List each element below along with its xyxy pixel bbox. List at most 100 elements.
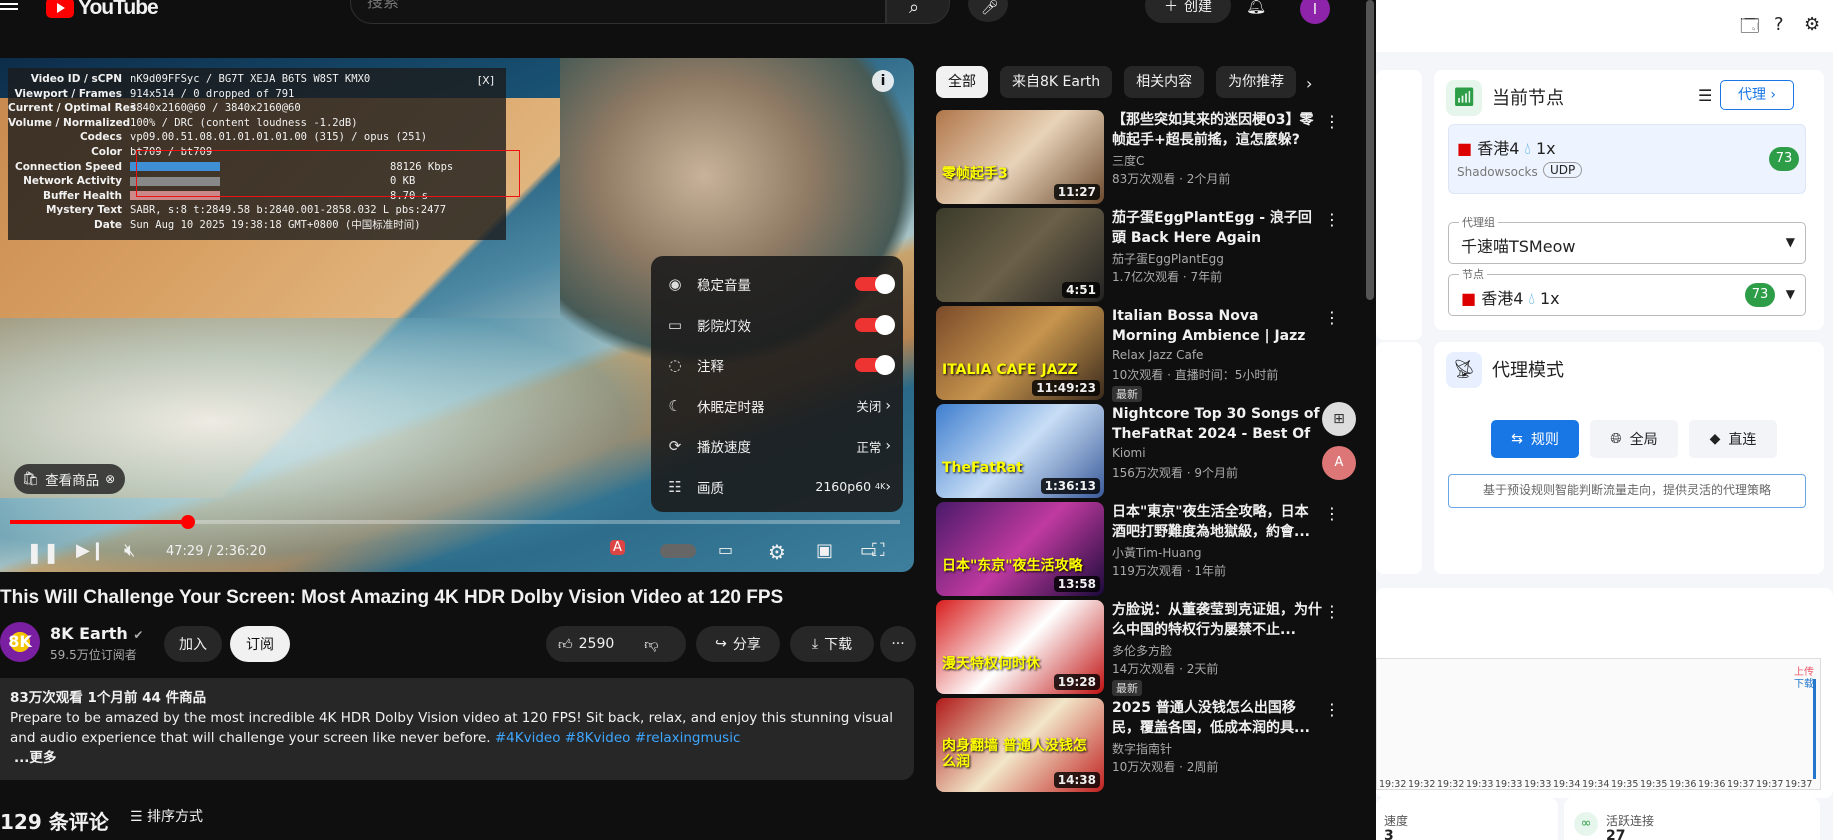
description-more[interactable]: ...更多 — [10, 748, 904, 768]
recommendation-channel[interactable]: Relax Jazz Cafe — [1112, 348, 1203, 362]
recommendation-title[interactable]: 2025 普通人没钱怎么出国移民，覆盖各国，低成本润的具... — [1112, 698, 1322, 738]
settings-item-ambient-mode[interactable]: ▭ 影院灯效 — [651, 305, 903, 346]
recommendation-title[interactable]: 方脸说：从董袭莹到克证姐，为什么中国的特权行为屡禁不止... — [1112, 600, 1322, 640]
translate-toolbar-icon[interactable]: 🗔 — [1740, 14, 1760, 44]
create-button[interactable]: ＋创建 — [1145, 0, 1231, 23]
subscribe-button[interactable]: 订阅 — [230, 626, 290, 662]
recommendation-channel[interactable]: 三度C — [1112, 152, 1144, 169]
more-options-icon[interactable]: ⋮ — [1324, 504, 1340, 523]
more-options-icon[interactable]: ⋮ — [1324, 210, 1340, 229]
notifications-bell-icon[interactable]: 🔔︎ — [1246, 0, 1266, 15]
chip-0[interactable]: 全部 — [936, 66, 988, 98]
recommendation-item[interactable]: 漫天特权何时休 19:28 方脸说：从董袭莹到克证姐，为什么中国的特权行为屡禁不止.… — [936, 600, 1366, 696]
mode-global-button[interactable]: 🌐︎ 全局 — [1590, 420, 1678, 458]
channel-name[interactable]: 8K Earth ✔ — [50, 624, 143, 643]
translate-icon[interactable]: A — [610, 540, 625, 555]
recommendation-item[interactable]: 零帧起手3 11:27 【那些突如其来的迷因梗03】零帧起手+超長前搖，這怎麼躲? 三… — [936, 110, 1366, 206]
info-icon[interactable]: i — [872, 70, 894, 92]
thumbs-down-icon[interactable]: 👎︎ — [644, 636, 658, 653]
miniplayer-icon[interactable]: ▣ — [816, 540, 833, 561]
recommendation-item[interactable]: 肉身翻墙 普通人没钱怎么润 14:38 2025 普通人没钱怎么出国移民，覆盖各国，… — [936, 698, 1366, 794]
search-button[interactable]: ⌕ — [886, 0, 950, 24]
video-thumbnail[interactable]: 日本"东京"夜生活攻略 13:58 — [936, 502, 1104, 596]
recommendation-meta: 119万次观看 · 1年前 — [1112, 564, 1226, 578]
sort-button[interactable]: ☰ 排序方式 — [130, 806, 203, 826]
recommendation-title[interactable]: 【那些突如其来的迷因梗03】零帧起手+超長前搖，這怎麼躲? — [1112, 110, 1322, 150]
more-options-icon[interactable]: ⋮ — [1324, 700, 1340, 719]
recommendation-item[interactable]: ITALIA CAFE JAZZ 11:49:23 Italian Bossa No… — [936, 306, 1366, 402]
video-thumbnail[interactable]: 肉身翻墙 普通人没钱怎么润 14:38 — [936, 698, 1104, 792]
sort-icon[interactable]: ☰ — [1698, 86, 1712, 105]
voice-search-button[interactable]: 🎤︎ — [968, 0, 1008, 22]
settings-item-quality[interactable]: ☷ 画质 2160p60 4K › — [651, 467, 903, 508]
more-actions-button[interactable]: ··· — [880, 626, 916, 662]
view-products-button[interactable]: 🛍︎ 查看商品 ⊗ — [14, 464, 126, 494]
stats-close-button[interactable]: [X] — [478, 74, 494, 89]
settings-item-annotations[interactable]: ◌ 注释 — [651, 345, 903, 386]
description-box[interactable]: 83万次观看 1个月前 44 件商品 Prepare to be amazed … — [0, 678, 914, 780]
mode-direct-button[interactable]: ◆ 直连 — [1689, 420, 1777, 458]
toggle-switch[interactable] — [855, 314, 895, 335]
search-input[interactable] — [350, 0, 886, 24]
video-thumbnail[interactable]: 漫天特权何时休 19:28 — [936, 600, 1104, 694]
progress-bar[interactable] — [10, 515, 900, 529]
recommendation-title[interactable]: 茄子蛋EggPlantEgg - 浪子回頭 Back Here Again (O… — [1112, 208, 1322, 248]
settings-item-playback-speed[interactable]: ⟳ 播放速度 正常 › — [651, 426, 903, 467]
description-tags[interactable]: #4Kvideo #8Kvideo #relaxingmusic — [495, 730, 741, 746]
recommendation-item[interactable]: 4:51 茄子蛋EggPlantEgg - 浪子回頭 Back Here Agai… — [936, 208, 1366, 304]
recommendation-title[interactable]: Nightcore Top 30 Songs of TheFatRat 2024… — [1112, 404, 1322, 444]
scrollbar[interactable] — [1366, 0, 1374, 300]
video-player[interactable]: [X] Video ID / sCPN nK9d09FFSyc / BG7T XE… — [0, 58, 914, 572]
menu-icon[interactable] — [0, 0, 20, 20]
pause-icon[interactable]: ❚❚ — [26, 540, 60, 564]
recommendation-item[interactable]: TheFatRat 1:36:13 Nightcore Top 30 Songs o… — [936, 404, 1366, 500]
apps-icon[interactable]: ⊞ — [1322, 402, 1356, 436]
toggle-switch[interactable] — [855, 274, 895, 295]
autoplay-toggle[interactable] — [660, 544, 696, 558]
user-avatar[interactable]: I — [1300, 0, 1330, 24]
video-thumbnail[interactable]: 4:51 — [936, 208, 1104, 302]
recommendation-channel[interactable]: 多伦多方脸 — [1112, 642, 1172, 659]
join-button[interactable]: 加入 — [164, 626, 222, 662]
recommendation-item[interactable]: 日本"东京"夜生活攻略 13:58 日本"東京"夜生活全攻略，日本酒吧打野難度為地獄… — [936, 502, 1366, 598]
mute-icon[interactable]: 🔇︎ — [124, 540, 135, 561]
more-options-icon[interactable]: ⋮ — [1324, 602, 1340, 621]
proxy-button[interactable]: 代理 › — [1720, 80, 1794, 110]
video-thumbnail[interactable]: 零帧起手3 11:27 — [936, 110, 1104, 204]
share-button[interactable]: ↪ 分享 — [696, 626, 780, 662]
recommendation-title[interactable]: 日本"東京"夜生活全攻略，日本酒吧打野難度為地獄級，約會... — [1112, 502, 1322, 542]
next-icon[interactable]: ▶❙ — [76, 540, 105, 561]
download-button[interactable]: ⤓ 下载 — [790, 626, 874, 662]
selected-node[interactable]: ■ 香港4 💧︎ 1x Shadowsocks UDP 73 — [1448, 124, 1806, 194]
recommendation-channel[interactable]: 小黃Tim-Huang — [1112, 544, 1202, 561]
settings-item-sleep-timer[interactable]: ☾ 休眠定时器 关闭 › — [651, 386, 903, 427]
translate-float-icon[interactable]: A — [1322, 446, 1356, 480]
video-thumbnail[interactable]: ITALIA CAFE JAZZ 11:49:23 — [936, 306, 1104, 400]
fullscreen-icon[interactable]: ⛶ — [872, 540, 885, 561]
more-options-icon[interactable]: ⋮ — [1324, 308, 1340, 327]
progress-scrubber[interactable] — [181, 515, 195, 529]
youtube-logo[interactable]: YouTube — [46, 0, 159, 20]
chip-2[interactable]: 相关内容 — [1124, 66, 1205, 98]
recommendation-title[interactable]: Italian Bossa Nova Morning Ambience | Ja… — [1112, 306, 1322, 346]
help-icon[interactable]: ? — [1774, 14, 1784, 35]
recommendation-channel[interactable]: 茄子蛋EggPlantEgg — [1112, 250, 1224, 267]
chip-1[interactable]: 来自8K Earth — [1000, 66, 1113, 98]
close-circle-icon[interactable]: ⊗ — [105, 472, 115, 486]
toggle-switch[interactable] — [855, 355, 895, 376]
chip-3[interactable]: 为你推荐 — [1216, 66, 1297, 98]
more-options-icon[interactable]: ⋮ — [1324, 112, 1340, 131]
recommendation-channel[interactable]: Kiomi — [1112, 446, 1146, 460]
proxy-group-select[interactable]: 代理组 千速喵TSMeow ▼ — [1448, 214, 1806, 264]
mode-rule-button[interactable]: ⇆ 规则 — [1491, 420, 1579, 458]
settings-item-stable-volume[interactable]: ◉ 稳定音量 — [651, 264, 903, 305]
recommendation-channel[interactable]: 数字指南针 — [1112, 740, 1172, 757]
subtitles-icon[interactable]: ▭ — [718, 540, 733, 559]
video-thumbnail[interactable]: TheFatRat 1:36:13 — [936, 404, 1104, 498]
like-button[interactable]: 👍︎ 2590 👎︎ — [546, 626, 686, 662]
channel-avatar[interactable]: 8K — [0, 622, 40, 662]
node-select[interactable]: 节点 ■ 香港4 💧︎ 1x 73 ▼ — [1448, 266, 1806, 316]
settings-gear-icon[interactable]: ⚙ — [768, 540, 786, 564]
chevron-right-icon[interactable]: › — [1306, 74, 1312, 93]
settings-icon[interactable]: ⚙ — [1804, 14, 1820, 35]
